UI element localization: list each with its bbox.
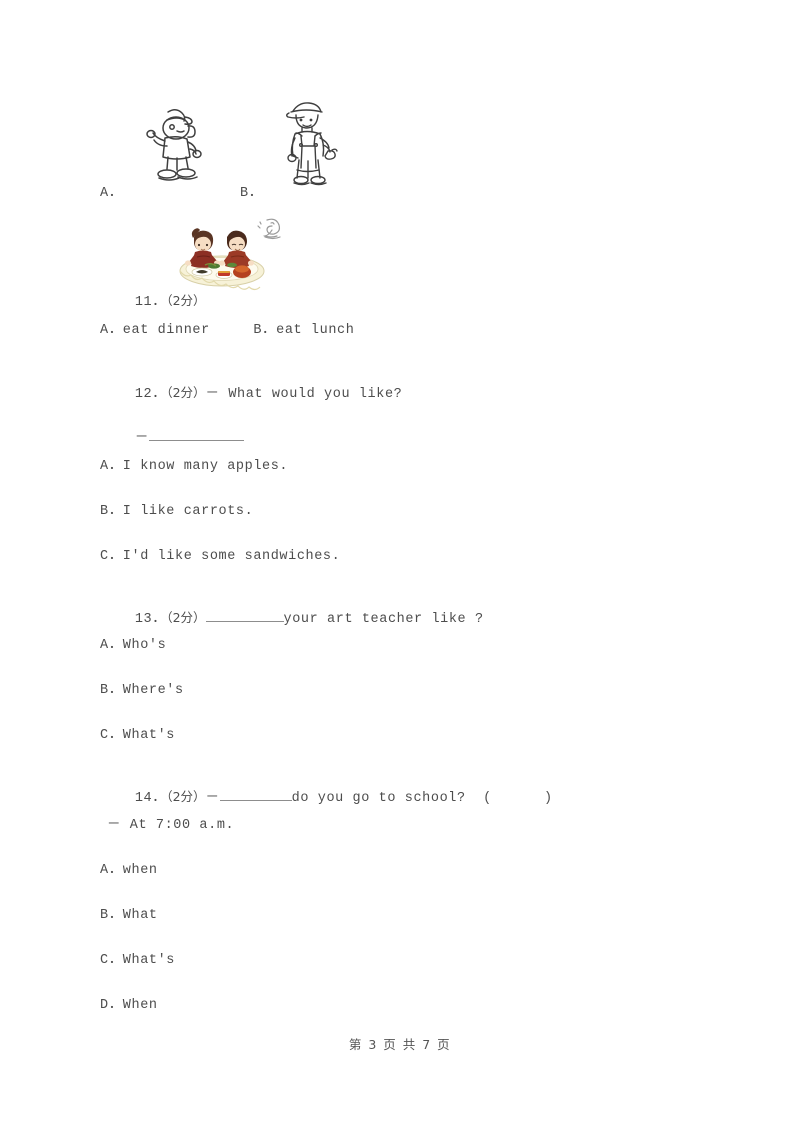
answer-dash: － bbox=[134, 431, 149, 446]
question-14-dash: － bbox=[205, 791, 220, 806]
question-14-answer-line: － At 7:00 a.m. bbox=[107, 818, 235, 833]
cartoon-child-in-cap-image bbox=[136, 104, 212, 186]
question-14-option-c[interactable]: C．What's bbox=[100, 952, 175, 970]
question-12-option-c[interactable]: C．I'd like some sandwiches. bbox=[100, 548, 340, 566]
option-b-label-top[interactable]: B． bbox=[240, 185, 263, 203]
question-13-option-c[interactable]: C．What's bbox=[100, 727, 175, 745]
question-12-points: （2分） bbox=[166, 385, 206, 400]
question-11-points: （2分） bbox=[166, 293, 206, 308]
question-11-number: 11． bbox=[134, 295, 167, 310]
option-a-label-top[interactable]: A． bbox=[100, 185, 123, 203]
answer-blank[interactable] bbox=[148, 440, 244, 441]
question-12-option-a[interactable]: A．I know many apples. bbox=[100, 458, 288, 476]
page-footer: 第 3 页 共 7 页 bbox=[348, 1037, 452, 1052]
question-14-option-d[interactable]: D．When bbox=[100, 997, 158, 1015]
question-13-number: 13． bbox=[134, 612, 167, 627]
question-11-options[interactable]: A．eat dinner B．eat lunch bbox=[100, 322, 354, 340]
question-14-option-a[interactable]: A．when bbox=[100, 862, 158, 880]
cartoon-man-in-overalls-image bbox=[275, 98, 341, 188]
worksheet-page: A． B． 11．（2分） A．eat dinner B．eat lunch 1… bbox=[0, 0, 800, 1132]
question-14-blank[interactable] bbox=[219, 800, 292, 801]
question-12-option-b[interactable]: B．I like carrots. bbox=[100, 503, 253, 521]
question-13-option-a[interactable]: A．Who's bbox=[100, 637, 166, 655]
question-13-stem: your art teacher like ? bbox=[283, 612, 484, 627]
question-14-number: 14． bbox=[134, 791, 167, 806]
question-12-stem: － What would you like? bbox=[205, 387, 403, 402]
question-13-option-b[interactable]: B．Where's bbox=[100, 682, 184, 700]
question-13-points: （2分） bbox=[166, 610, 206, 625]
question-14-points: （2分） bbox=[166, 789, 206, 804]
question-12-number: 12． bbox=[134, 387, 167, 402]
question-13-blank[interactable] bbox=[205, 621, 284, 622]
question-14-option-b[interactable]: B．What bbox=[100, 907, 158, 925]
question-14-stem: do you go to school? ( ) bbox=[291, 791, 553, 806]
